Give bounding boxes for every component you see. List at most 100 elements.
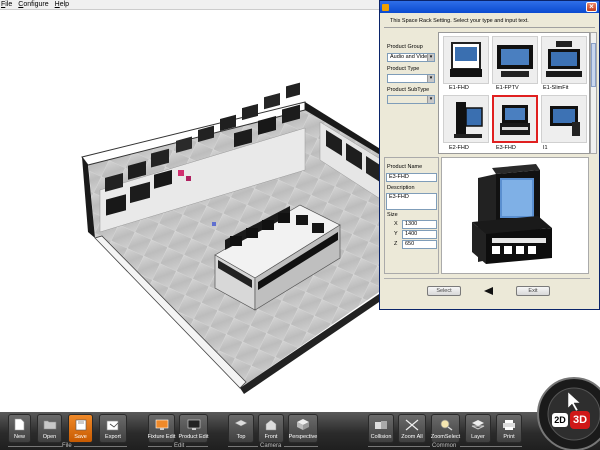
top-view-button[interactable]: Top: [228, 414, 254, 443]
new-file-icon: [12, 417, 28, 432]
menu-help[interactable]: Help: [55, 1, 69, 8]
monitor-icon: [186, 417, 202, 432]
size-x-value: 1300: [405, 221, 418, 227]
file-group-label: File: [62, 443, 72, 449]
top-view-label: Top: [236, 434, 246, 440]
product-group-value: Audio and Video: [390, 54, 431, 60]
printer-icon: [501, 417, 517, 432]
thumbnail-e3-fhd[interactable]: [492, 95, 538, 143]
select-button[interactable]: Select: [427, 286, 461, 296]
front-view-button[interactable]: Front: [258, 414, 284, 443]
perspective-view-button[interactable]: Perspective: [288, 414, 318, 443]
collision-button[interactable]: Collision: [368, 414, 394, 443]
group-divider: [74, 446, 127, 447]
layer-button[interactable]: Layer: [465, 414, 491, 443]
zoom-select-button[interactable]: ZoomSelect: [431, 414, 460, 443]
product-subtype-label: Product SubType: [387, 87, 430, 93]
chevron-down-icon: ▾: [427, 75, 434, 82]
dialog-divider: [384, 27, 595, 28]
description-label: Description: [387, 185, 415, 191]
zoom-select-label: ZoomSelect: [430, 434, 461, 440]
collision-label: Collision: [370, 434, 392, 440]
product-edit-label: Product Edit: [178, 434, 209, 440]
size-z-value: 650: [405, 241, 415, 247]
magnifier-icon: [438, 417, 454, 432]
3d-mode-button[interactable]: 3D: [570, 411, 590, 429]
app-icon: [382, 3, 389, 11]
dialog-footer-divider: [384, 278, 590, 279]
arrow-left-icon: [484, 287, 493, 295]
camera-group-label: Camera: [260, 443, 282, 449]
thumbnail-name: E2-FHD: [449, 145, 469, 151]
description-textarea[interactable]: E3-FHD: [386, 193, 437, 210]
perspective-cube-icon: [295, 417, 311, 432]
product-group-label: Product Group: [387, 44, 423, 50]
dialog-titlebar[interactable]: [380, 1, 599, 13]
export-icon: [105, 417, 121, 432]
export-button[interactable]: Export: [99, 414, 127, 443]
product-name-input[interactable]: E3-FHD: [386, 173, 437, 182]
zoom-all-button[interactable]: Zoom All: [398, 414, 426, 443]
product-edit-button[interactable]: Product Edit: [179, 414, 208, 443]
product-name-value: E3-FHD: [389, 174, 409, 180]
save-button[interactable]: Save: [68, 414, 93, 443]
group-divider: [186, 446, 208, 447]
thumbnail-e1-slimfit[interactable]: [541, 36, 587, 84]
save-button-label: Save: [74, 434, 87, 440]
thumbnail-i1[interactable]: [541, 95, 587, 143]
size-y-input[interactable]: 1400: [402, 230, 437, 239]
new-button-label: New: [13, 434, 25, 440]
thumbnail-name: E1-FPTV: [496, 85, 519, 91]
top-view-icon: [233, 417, 249, 432]
open-button-label: Open: [42, 434, 57, 440]
group-divider: [148, 446, 172, 447]
2d-label: 2D: [554, 415, 566, 425]
thumbnail-e1-fhd[interactable]: [443, 36, 489, 84]
print-button[interactable]: Print: [496, 414, 522, 443]
3d-label: 3D: [572, 414, 588, 426]
common-group-label: Common: [432, 443, 457, 449]
size-z-label: Z: [394, 241, 398, 247]
exit-button-label: Exit: [528, 288, 538, 294]
zoom-all-label: Zoom All: [401, 434, 423, 440]
thumbnail-name: E1-SlimFit: [543, 85, 569, 91]
size-x-input[interactable]: 1300: [402, 220, 437, 229]
collision-icon: [373, 417, 389, 432]
thumbnail-e2-fhd[interactable]: [443, 95, 489, 143]
exit-button[interactable]: Exit: [516, 286, 550, 296]
folder-icon: [42, 417, 58, 432]
zoom-all-arrows-icon: [404, 417, 420, 432]
menu-file[interactable]: File: [1, 1, 12, 8]
product-type-select[interactable]: ▾: [387, 74, 435, 83]
dialog-instruction: This Space Rack Setting. Select your typ…: [390, 18, 529, 24]
2d-mode-button[interactable]: 2D: [552, 413, 568, 427]
export-button-label: Export: [105, 434, 121, 440]
product-name-label: Product Name: [387, 164, 423, 170]
thumbnail-name: E1-FHD: [449, 85, 469, 91]
thumbnail-name: I1: [543, 145, 548, 151]
view-mode-dial: 2D 3D: [536, 374, 600, 450]
dialog-close-button[interactable]: ×: [586, 2, 597, 12]
fixture-edit-icon: [154, 417, 170, 432]
product-type-label: Product Type: [387, 66, 420, 72]
size-x-label: X: [394, 221, 398, 227]
menu-configure[interactable]: Configure: [18, 1, 48, 8]
close-icon: ×: [589, 2, 594, 11]
new-button[interactable]: New: [8, 414, 31, 443]
chevron-down-icon: ▾: [427, 96, 434, 103]
front-view-icon: [263, 417, 279, 432]
front-view-label: Front: [264, 434, 278, 440]
group-divider: [368, 446, 430, 447]
print-label: Print: [503, 434, 515, 440]
scrollbar-thumb[interactable]: [591, 43, 596, 87]
group-divider: [8, 446, 62, 447]
product-subtype-select[interactable]: ▾: [387, 95, 435, 104]
group-divider: [284, 446, 318, 447]
fixture-edit-button[interactable]: Fixture Edit: [148, 414, 175, 443]
save-disk-icon: [73, 417, 89, 432]
product-group-select[interactable]: Audio and Video ▾: [387, 53, 435, 62]
thumbnail-scrollbar[interactable]: [590, 32, 597, 154]
open-button[interactable]: Open: [37, 414, 62, 443]
size-z-input[interactable]: 650: [402, 240, 437, 249]
thumbnail-e1-fptv[interactable]: [492, 36, 538, 84]
